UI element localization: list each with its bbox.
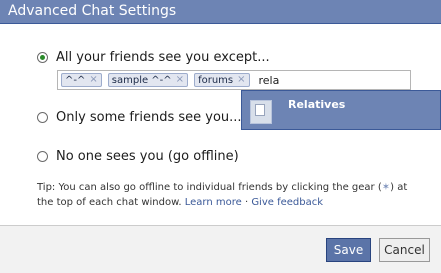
token-remove-icon[interactable]: × [237,75,245,85]
give-feedback-link[interactable]: Give feedback [251,197,323,208]
token-remove-icon[interactable]: × [89,75,97,85]
link-separator: · [244,197,249,208]
tip-text-start: Tip: You can also go offline to individu… [37,182,382,193]
token-remove-icon[interactable]: × [176,75,184,85]
gear-icon: ✶ [381,182,391,193]
token-item[interactable]: forums × [194,73,250,87]
option-only-some-label: Only some friends see you... [56,109,242,125]
dialog-footer [0,225,441,273]
token-label: ^-^ [65,74,86,86]
option-offline[interactable]: No one sees you (go offline) [37,147,239,165]
option-all-except[interactable]: All your friends see you except... [37,48,270,66]
dialog-title: Advanced Chat Settings [8,3,177,19]
suggestion-label: Relatives [288,98,346,111]
dialog-header: Advanced Chat Settings [0,0,441,24]
suggestion-item-relatives[interactable]: Relatives [241,90,441,130]
learn-more-link[interactable]: Learn more [185,197,242,208]
option-offline-label: No one sees you (go offline) [56,148,239,164]
radio-all-except[interactable] [37,51,48,63]
cancel-button[interactable]: Cancel [379,238,430,262]
radio-only-some[interactable] [37,111,48,123]
friends-token-input[interactable]: ^-^ × sample ^-^ × forums × rela [57,70,411,90]
list-icon [250,100,272,124]
token-label: sample ^-^ [111,74,172,86]
option-all-except-label: All your friends see you except... [56,49,270,65]
option-only-some[interactable]: Only some friends see you... [37,108,242,126]
token-item[interactable]: sample ^-^ × [107,73,189,87]
save-button[interactable]: Save [326,238,371,262]
token-typed-text[interactable]: rela [259,74,280,87]
token-item[interactable]: ^-^ × [61,73,102,87]
tip-text: Tip: You can also go offline to individu… [37,180,415,210]
token-label: forums [198,74,234,86]
radio-offline[interactable] [37,150,48,162]
